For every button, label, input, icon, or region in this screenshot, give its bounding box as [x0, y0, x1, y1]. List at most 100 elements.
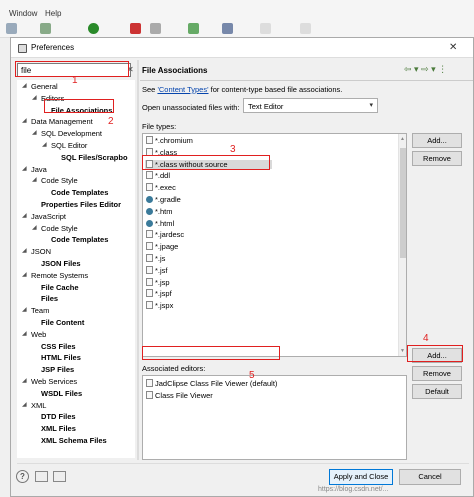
file-types-scrollbar[interactable]: ▲ ▼ — [398, 134, 406, 356]
tree-item[interactable]: ◢ JavaScript — [22, 211, 67, 221]
editor-default-button[interactable]: Default — [412, 384, 462, 399]
tree-item[interactable]: HTML Files — [41, 353, 81, 362]
tree-item[interactable]: XML Files — [41, 424, 76, 433]
menu-help[interactable]: Help — [45, 9, 61, 18]
file-type-label: *.htm — [155, 206, 173, 216]
debug-icon[interactable] — [40, 23, 51, 34]
file-type-add-button[interactable]: Add... — [412, 133, 462, 148]
expand-arrow-icon[interactable]: ◢ — [32, 94, 37, 101]
expand-arrow-icon[interactable]: ◢ — [42, 141, 47, 148]
expand-arrow-icon[interactable]: ◢ — [22, 271, 27, 278]
tree-item-label: XML Files — [41, 424, 76, 434]
expand-arrow-icon[interactable]: ◢ — [22, 377, 27, 384]
annotation-num-1: 1 — [72, 75, 78, 86]
file-type-item[interactable]: *.jsp — [146, 277, 170, 287]
expand-arrow-icon[interactable]: ◢ — [22, 247, 27, 254]
tree-item[interactable]: ◢ Code Style — [32, 224, 78, 233]
editor-remove-button[interactable]: Remove — [412, 366, 462, 381]
expand-arrow-icon[interactable]: ◢ — [32, 176, 37, 183]
expand-arrow-icon[interactable]: ◢ — [22, 117, 27, 124]
file-type-item[interactable]: *.html — [146, 219, 174, 228]
annotation-box-3 — [142, 155, 270, 170]
file-type-remove-button[interactable]: Remove — [412, 151, 462, 166]
file-type-item[interactable]: *.ddl — [146, 171, 170, 180]
scroll-up-icon[interactable]: ▲ — [400, 136, 405, 142]
preference-tree[interactable]: ◢ General ◢ Editors File Associations ◢ Data M… — [17, 80, 135, 458]
tree-item[interactable]: ◢ Web Services — [22, 377, 77, 386]
import-icon[interactable] — [35, 471, 48, 482]
tree-item[interactable]: ◢ XML — [22, 401, 46, 410]
tree-item[interactable]: ◢ SQL Development — [32, 129, 102, 138]
editor-icon — [146, 379, 153, 387]
tree-item[interactable]: DTD Files — [41, 412, 76, 421]
tree-item[interactable]: JSP Files — [41, 365, 74, 374]
menu-window[interactable]: Window — [9, 9, 37, 18]
expand-arrow-icon[interactable]: ◢ — [32, 129, 37, 136]
file-type-item[interactable]: *.gradle — [146, 195, 181, 204]
run-icon[interactable] — [88, 23, 99, 34]
associated-editor-item[interactable]: JadClipse Class File Viewer (default) — [146, 379, 277, 388]
globe-icon — [146, 196, 153, 203]
tree-item[interactable]: File Content — [41, 318, 84, 327]
unassociated-editor-select[interactable]: Text Editor ▾ — [243, 98, 378, 113]
external-tools-icon[interactable] — [130, 23, 141, 34]
file-type-item[interactable]: *.jpage — [146, 242, 178, 251]
tree-item[interactable]: ◢ Team — [22, 306, 50, 316]
tree-item[interactable]: Code Templates — [51, 188, 108, 197]
tree-item[interactable]: WSDL Files — [41, 389, 82, 398]
file-type-item[interactable]: *.js — [146, 254, 165, 263]
nav-back-forward-icons[interactable]: ⇦ ▾ ⇨ ▾ ⋮ — [404, 64, 447, 75]
tree-item[interactable]: ◢ Web — [22, 330, 46, 339]
tree-item[interactable]: Properties Files Editor — [41, 200, 121, 209]
tree-item-label: Remote Systems — [31, 270, 89, 280]
expand-arrow-icon[interactable]: ◢ — [22, 165, 27, 172]
apply-and-close-button[interactable]: Apply and Close — [329, 469, 393, 485]
scroll-down-icon[interactable]: ▼ — [400, 348, 405, 354]
search-icon[interactable] — [222, 23, 233, 34]
tree-item[interactable]: CSS Files — [41, 342, 76, 351]
tree-item[interactable]: ◢ Data Management — [22, 117, 93, 126]
file-type-item[interactable]: *.jspf — [146, 289, 172, 298]
new-java-icon[interactable] — [150, 23, 161, 34]
tree-item-label: Team — [31, 306, 50, 316]
help-icon[interactable]: ? — [16, 470, 29, 483]
cancel-button[interactable]: Cancel — [399, 469, 461, 485]
tree-item[interactable]: File Cache — [41, 283, 79, 292]
expand-arrow-icon[interactable]: ◢ — [22, 330, 27, 337]
expand-arrow-icon[interactable]: ◢ — [22, 306, 27, 313]
file-type-item[interactable]: *.exec — [146, 183, 176, 192]
open-type-icon[interactable] — [188, 23, 199, 34]
associated-editor-item[interactable]: Class File Viewer — [146, 390, 213, 400]
back-icon[interactable] — [300, 23, 311, 34]
expand-arrow-icon[interactable]: ◢ — [22, 401, 27, 408]
tree-item-label: JavaScript — [31, 211, 67, 221]
tree-item[interactable]: JSON Files — [41, 259, 81, 268]
next-annotation-icon[interactable] — [260, 23, 271, 34]
file-type-item[interactable]: *.jspx — [146, 301, 173, 310]
file-type-item[interactable]: *.chromium — [146, 136, 193, 145]
description: See 'Content Types' for content-type bas… — [142, 85, 342, 94]
file-type-item[interactable]: *.htm — [146, 207, 173, 216]
tree-item[interactable]: ◢ General — [22, 82, 58, 91]
sash[interactable] — [137, 60, 139, 460]
expand-arrow-icon[interactable]: ◢ — [22, 82, 27, 89]
file-type-item[interactable]: *.jsf — [146, 265, 168, 275]
scroll-thumb[interactable] — [400, 148, 406, 258]
tree-item[interactable]: XML Schema Files — [41, 436, 107, 445]
file-type-item[interactable]: *.jardesc — [146, 230, 184, 239]
associated-editors-list[interactable]: JadClipse Class File Viewer (default) Cla… — [142, 375, 407, 460]
tree-item[interactable]: SQL Files/Scrapbo — [61, 153, 128, 162]
expand-arrow-icon[interactable]: ◢ — [32, 224, 37, 231]
close-icon[interactable]: ✕ — [449, 42, 457, 53]
tree-item[interactable]: ◢ JSON — [22, 247, 51, 256]
export-icon[interactable] — [53, 471, 66, 482]
tree-item[interactable]: Code Templates — [51, 235, 108, 244]
expand-arrow-icon[interactable]: ◢ — [22, 212, 27, 219]
tree-item[interactable]: ◢ SQL Editor — [42, 141, 87, 150]
tree-item[interactable]: ◢ Code Style — [32, 176, 78, 185]
new-icon[interactable] — [6, 23, 17, 34]
content-types-link[interactable]: 'Content Types' — [157, 85, 208, 94]
tree-item[interactable]: ◢ Remote Systems — [22, 270, 89, 280]
tree-item[interactable]: Files — [41, 294, 58, 303]
tree-item[interactable]: ◢ Java — [22, 165, 47, 174]
